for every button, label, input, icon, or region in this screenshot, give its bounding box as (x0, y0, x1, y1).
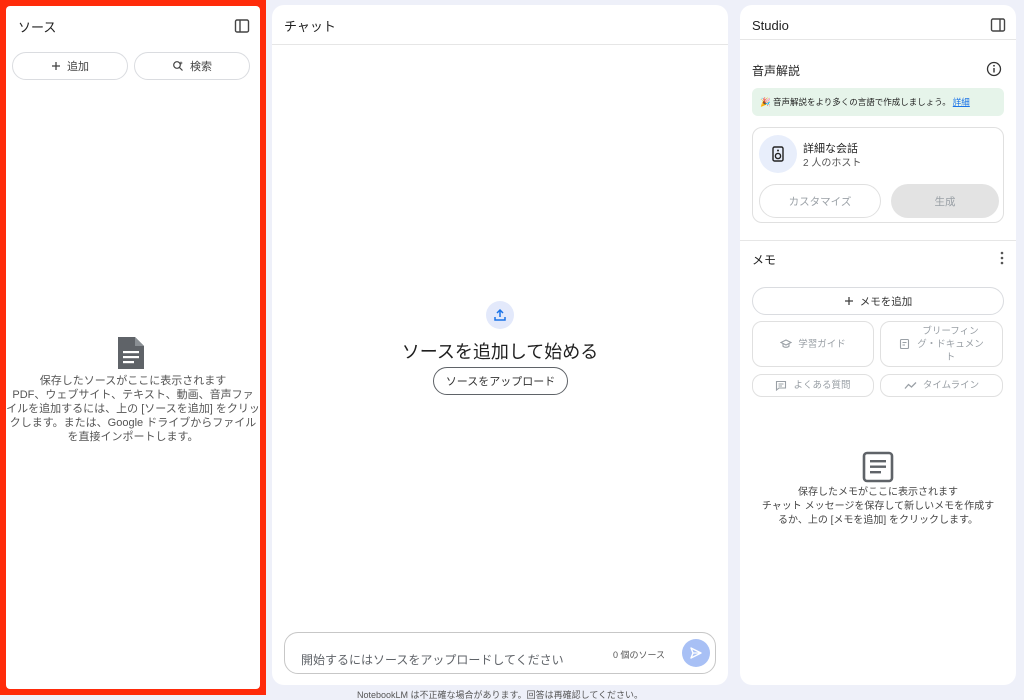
source-count: 0 個のソース (613, 650, 666, 660)
search-source-button[interactable]: 検索 (134, 52, 250, 80)
app-root: ソース 追加 検索 保存したソースがここに表示されます PDF、ウェブサイト、テ… (0, 0, 1024, 700)
briefing-doc-label-line: ト (945, 351, 956, 363)
chat-divider (272, 44, 728, 45)
upload-icon (494, 308, 506, 321)
footer-note: NotebookLM は不正確な場合があります。回答は再確認してください。 (356, 690, 644, 700)
chat-input[interactable] (301, 651, 591, 669)
briefing-doc-label-line: ブリーフィン (922, 325, 979, 337)
search-source-label: 検索 (190, 61, 212, 73)
upload-icon-circle (486, 301, 514, 329)
memo-section-title: メモ (752, 253, 777, 267)
document-icon (118, 337, 144, 369)
briefing-doc-label-line: グ・ドキュメン (917, 338, 984, 350)
chat-empty-heading: ソースを追加して始める (401, 342, 599, 362)
document-edit-icon (900, 338, 910, 350)
sources-panel: ソース 追加 検索 保存したソースがここに表示されます PDF、ウェブサイト、テ… (6, 6, 260, 689)
timeline-button[interactable]: タイムライン (880, 374, 1003, 397)
sources-header: ソース (6, 6, 260, 46)
studio-title: Studio (752, 17, 789, 33)
memo-empty-line: るか、上の [メモを追加] をクリックします。 (778, 515, 978, 526)
sources-title: ソース (18, 19, 57, 35)
audio-language-banner: 🎉 音声解説をより多くの言語で作成しましょう。 詳細 (752, 88, 1004, 116)
faq-label: よくある質問 (793, 380, 851, 391)
studio-divider (740, 240, 1016, 241)
chat-header: チャット (272, 5, 728, 45)
search-sparkle-icon (173, 61, 183, 71)
briefing-doc-button[interactable]: ブリーフィン グ・ドキュメン ト (880, 321, 1003, 367)
notes-icon (862, 451, 894, 483)
briefing-doc-label: ブリーフィン グ・ドキュメン ト (917, 325, 984, 364)
studio-panel: Studio 音声解説 🎉 音声解説をより多くの言語で作成しましょう。 詳細 詳… (740, 5, 1016, 685)
speaker-icon-circle (759, 135, 797, 173)
chat-bubble-icon (776, 380, 787, 391)
sources-empty-line: クします。または、Google ドライブからファイル (9, 417, 257, 429)
study-guide-button[interactable]: 学習ガイド (752, 321, 874, 367)
banner-details-link[interactable]: 詳細 (953, 96, 970, 108)
sources-panel-highlight: ソース 追加 検索 保存したソースがここに表示されます PDF、ウェブサイト、テ… (0, 0, 266, 695)
customize-button[interactable]: カスタマイズ (759, 184, 881, 218)
panel-toggle-icon[interactable] (990, 17, 1006, 33)
sources-empty-title: 保存したソースがここに表示されます (39, 375, 227, 387)
speaker-icon (772, 146, 784, 162)
send-icon (690, 647, 702, 659)
info-icon[interactable] (986, 61, 1002, 77)
audio-card-subtitle: 2 人のホスト (803, 158, 862, 169)
banner-text: 🎉 音声解説をより多くの言語で作成しましょう。 (760, 97, 951, 107)
add-memo-label: メモを追加 (859, 295, 913, 308)
panel-toggle-icon[interactable] (234, 18, 250, 34)
sources-empty-line: を直接インポートします。 (67, 431, 199, 443)
audio-section-title: 音声解説 (752, 64, 801, 78)
memo-empty-line: チャット メッセージを保存して新しいメモを作成す (761, 501, 995, 512)
plus-icon (52, 62, 60, 70)
study-guide-label: 学習ガイド (798, 338, 846, 350)
chat-title: チャット (284, 18, 336, 34)
generate-button[interactable]: 生成 (891, 184, 999, 218)
audio-overview-card: 詳細な会話 2 人のホスト カスタマイズ 生成 (752, 127, 1004, 223)
memo-empty-state: 保存したメモがここに表示されます チャット メッセージを保存して新しいメモを作成… (752, 486, 1004, 528)
add-source-button[interactable]: 追加 (12, 52, 128, 80)
sources-empty-state: 保存したソースがここに表示されます PDF、ウェブサイト、テキスト、動画、音声フ… (6, 374, 260, 444)
chat-input-box: 0 個のソース (284, 632, 716, 674)
memo-empty-title: 保存したメモがここに表示されます (798, 487, 958, 498)
add-memo-button[interactable]: メモを追加 (752, 287, 1004, 315)
graduation-cap-icon (780, 339, 793, 348)
timeline-label: タイムライン (922, 380, 980, 391)
more-vert-icon[interactable] (1000, 251, 1004, 265)
faq-button[interactable]: よくある質問 (752, 374, 874, 397)
send-button[interactable] (682, 639, 710, 667)
upload-source-button[interactable]: ソースをアップロード (433, 367, 568, 395)
chat-panel: チャット ソースを追加して始める ソースをアップロード 0 個のソース (272, 5, 728, 685)
sources-empty-line: PDF、ウェブサイト、テキスト、動画、音声ファ (12, 389, 254, 401)
studio-divider (740, 39, 1016, 40)
sources-empty-line: イルを追加するには、上の [ソースを追加] をクリッ (6, 403, 260, 415)
timeline-icon (904, 382, 917, 389)
plus-icon (844, 297, 853, 305)
add-source-label: 追加 (67, 61, 89, 73)
